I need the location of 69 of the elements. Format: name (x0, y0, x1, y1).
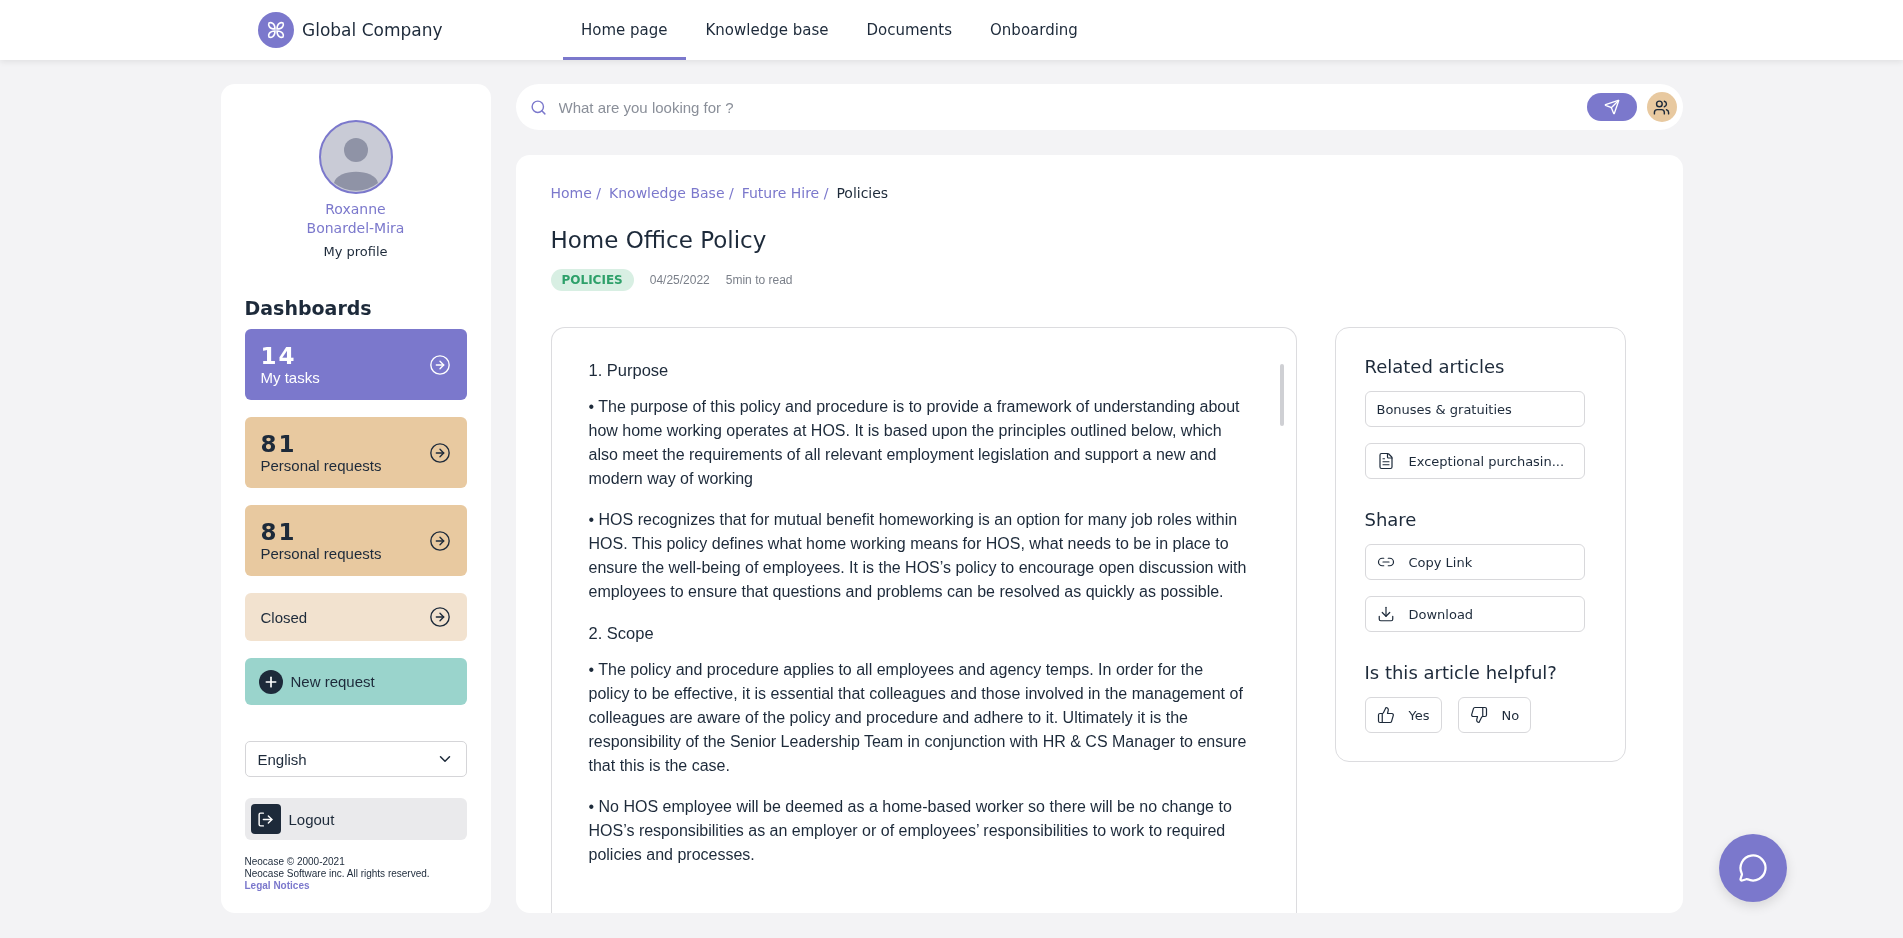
share-button[interactable]: Download (1364, 596, 1585, 632)
company-name: Global Company (302, 20, 443, 40)
paragraph: • HOS recognizes that for mutual benefit homeworking is an option for many job roles within HOS. This policy defines what home working means for HOS, what needs to be in place to ensure the well-being of employees. It is the HOS’s policy to encourage open discussion with employees to ensure that questions and problems can be resolved as quickly as possible. (588, 510, 1248, 602)
card-label: My tasks (260, 369, 320, 386)
legal-link[interactable]: Legal Notices (244, 880, 310, 891)
count: 81 (260, 431, 298, 457)
paragraph: • The policy and procedure applies to all employees and agency temps. In order for the policy to be effective, it is essential that colleagues and those involved in the management of colleagues are aware of the policy and procedure and adhere to it. Ultimately it is the responsibility of the Senior Leadership Team in conjunction with HR & CS Manager to ensure that this is the case. (588, 660, 1248, 776)
profile-link[interactable]: My profile (323, 244, 388, 259)
search-field[interactable]: What are you looking for ? (515, 84, 1683, 130)
people-icon (1653, 98, 1670, 116)
new-request-button[interactable]: New request (244, 658, 467, 705)
feedback-button[interactable]: No (1457, 697, 1532, 733)
document-icon (1376, 452, 1395, 470)
dashboard-card[interactable]: 81 Personal requests (244, 417, 467, 488)
breadcrumb-link[interactable]: Knowledge Base / (609, 185, 734, 201)
logout-icon (250, 804, 281, 834)
chat-button[interactable] (1719, 834, 1787, 902)
section-title: Dashboards (244, 297, 373, 319)
panel-title: Related articles (1364, 356, 1506, 377)
category-tag: POLICIES (550, 269, 634, 291)
scrollbar-thumb[interactable] (1279, 364, 1284, 426)
count: 81 (260, 519, 298, 545)
rights-text: Neocase Software inc. All rights reserved. (244, 868, 431, 880)
language-select[interactable]: English (244, 741, 467, 777)
download-icon (1376, 605, 1395, 623)
nav-tab[interactable]: Onboarding (972, 0, 1096, 60)
related-article-link[interactable]: Exceptional purchasin... (1364, 443, 1585, 479)
dashboard-card[interactable]: 81 Personal requests (244, 505, 467, 576)
panel-title: Is this article helpful? (1364, 662, 1558, 683)
paragraph: • No HOS employee will be deemed as a home-based worker so there will be no change to HOS’s responsibilities as an employer or of employees’ responsibilities to work to required policies and processes. (588, 797, 1233, 865)
section-heading: 1. Purpose (588, 360, 670, 381)
breadcrumb-link[interactable]: Home / (550, 185, 601, 201)
people-button[interactable] (1646, 92, 1677, 122)
article-title: Home Office Policy (550, 227, 768, 253)
send-icon (1603, 99, 1620, 115)
dashboard-card[interactable]: Closed (244, 593, 467, 641)
chat-bubble-icon (1738, 853, 1768, 883)
nav-tab[interactable]: Knowledge base (687, 0, 847, 60)
arrow-circle-icon (428, 441, 451, 464)
arrow-circle-icon (428, 353, 451, 376)
feedback-button[interactable]: Yes (1364, 697, 1442, 733)
paragraph: • The purpose of this policy and procedure is to provide a framework of understanding about how home working operates at HOS. It is based upon the principles outlined below, which also meet the requirements of all relevant employment legislation and support a new and modern way of working (588, 397, 1241, 489)
send-button[interactable] (1586, 93, 1637, 121)
nav-tab[interactable]: Home page (563, 0, 686, 60)
card-label: Closed (260, 608, 308, 626)
flower-logo-icon (258, 12, 294, 48)
card-label: Personal requests (260, 545, 382, 562)
copyright-text: Neocase © 2000-2021 (244, 856, 346, 868)
share-button[interactable]: Copy Link (1364, 544, 1585, 580)
section-heading: 2. Scope (588, 623, 655, 644)
nav-tab[interactable]: Documents (848, 0, 971, 60)
search-icon (529, 98, 547, 116)
related-article-link[interactable]: Bonuses & gratuities (1364, 391, 1585, 427)
article-date: 04/25/2022 (649, 273, 710, 287)
thumbs-down-icon (1469, 706, 1488, 724)
search-input[interactable]: What are you looking for ? (556, 97, 1577, 117)
arrow-circle-icon (428, 606, 451, 628)
avatar-icon (318, 120, 393, 194)
user-name: Roxanne Bonardel-Mira (305, 200, 406, 238)
logout-button[interactable]: Logout (244, 798, 467, 840)
arrow-circle-icon (428, 529, 451, 552)
thumbs-up-icon (1376, 706, 1395, 724)
plus-icon (258, 669, 283, 694)
card-label: Personal requests (260, 457, 382, 474)
panel-title: Share (1364, 509, 1418, 530)
count: 14 (260, 343, 298, 369)
breadcrumb-link[interactable]: Future Hire / (741, 185, 829, 201)
read-time: 5min to read (725, 273, 793, 287)
dashboard-card[interactable]: 14 My tasks (244, 329, 467, 400)
